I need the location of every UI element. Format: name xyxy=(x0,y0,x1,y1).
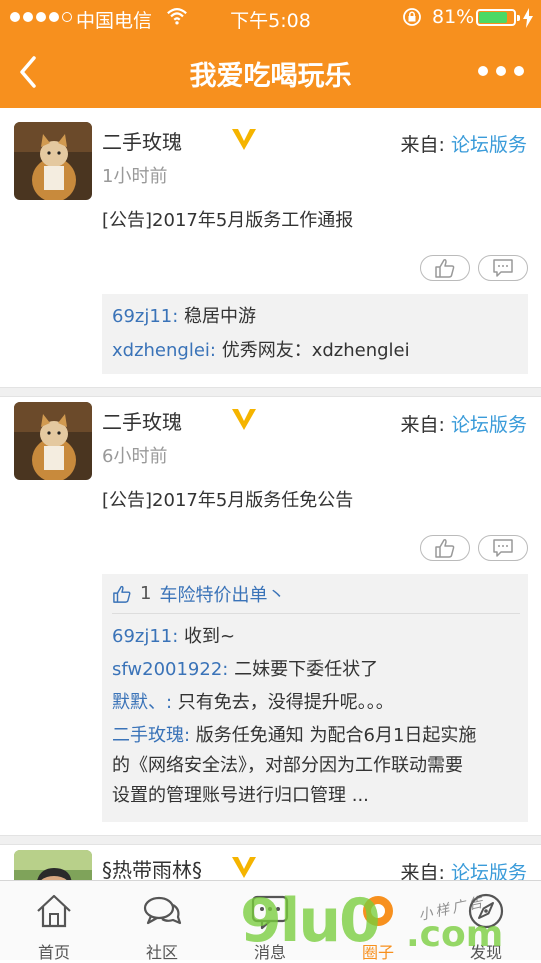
comment-user[interactable]: 69zj11: xyxy=(112,306,178,327)
tab-home[interactable]: 首页 xyxy=(0,881,108,962)
top-bar: 中国电信 下午5:08 81% 我爱吃喝玩乐 xyxy=(0,0,541,108)
feed-list[interactable]: 二手玫瑰 1小时前 来自: 论坛版务 [公告]2017年5月版务工作通报 69z… xyxy=(0,108,541,880)
charging-icon xyxy=(523,8,533,28)
comment-icon xyxy=(493,259,513,277)
tab-discover[interactable]: 发现 xyxy=(432,881,540,962)
circle-icon xyxy=(363,896,393,926)
comment-text: 稳居中游 xyxy=(178,306,257,327)
post-source: 来自: 论坛版务 xyxy=(401,858,527,880)
like-user[interactable]: 车险特价出单丶 xyxy=(159,581,285,607)
battery-percent: 81% xyxy=(432,6,475,28)
source-prefix: 来自: xyxy=(400,134,445,156)
comment-item[interactable]: 69zj11: 稳居中游 xyxy=(112,302,520,332)
tab-label: 首页 xyxy=(37,943,70,962)
vip-badge-icon xyxy=(232,129,256,150)
comment-item[interactable]: 二手玫瑰: 版务任免通知 为配合6月1日起实施 的《网络安全法》，对部分因为工作… xyxy=(112,721,520,811)
source-link[interactable]: 论坛版务 xyxy=(451,862,527,880)
tab-label: 圈子 xyxy=(361,943,394,962)
more-button[interactable] xyxy=(478,66,524,76)
tab-label: 消息 xyxy=(253,943,286,962)
comment-user[interactable]: 二手玫瑰: xyxy=(112,725,190,746)
source-prefix: 来自: xyxy=(400,414,445,436)
comment-text: 优秀网友：xdzhenglei xyxy=(215,340,410,361)
source-link[interactable]: 论坛版务 xyxy=(451,134,527,156)
tab-label: 发现 xyxy=(469,943,502,962)
tab-circle[interactable]: 圈子 xyxy=(324,881,432,962)
thumbs-up-icon xyxy=(435,259,455,278)
comment-item[interactable]: 69zj11: 收到~ xyxy=(112,622,520,652)
source-prefix: 来自: xyxy=(400,862,445,880)
battery-level xyxy=(479,12,507,23)
comment-text: 版务任免通知 为配合6月1日起实施 xyxy=(190,725,477,746)
source-link[interactable]: 论坛版务 xyxy=(451,414,527,436)
post-item[interactable]: §热带雨林§ 来自: 论坛版务 xyxy=(0,836,541,880)
tab-bar: 首页 社区 消息 圈子 发现 xyxy=(0,880,541,962)
post-item[interactable]: 二手玫瑰 6小时前 来自: 论坛版务 [公告]2017年5月版务任免公告 1 车… xyxy=(0,388,541,836)
post-title[interactable]: [公告]2017年5月版务任免公告 xyxy=(102,486,353,512)
post-source: 来自: 论坛版务 xyxy=(401,130,527,157)
avatar[interactable] xyxy=(14,402,92,480)
comment-item[interactable]: sfw2001922: 二妹要下委任状了 xyxy=(112,655,520,685)
tab-community[interactable]: 社区 xyxy=(108,881,216,962)
avatar[interactable] xyxy=(14,122,92,200)
home-icon xyxy=(37,894,71,928)
author-name[interactable]: §热带雨林§ xyxy=(102,854,202,880)
tab-messages[interactable]: 消息 xyxy=(216,881,324,962)
comment-text: 收到~ xyxy=(178,626,236,647)
like-count: 1 xyxy=(140,583,152,604)
comment-text: 二妹要下委任状了 xyxy=(228,659,379,680)
avatar[interactable] xyxy=(14,850,92,880)
comment-user[interactable]: xdzhenglei: xyxy=(112,340,216,361)
community-icon xyxy=(143,896,182,925)
comment-button[interactable] xyxy=(478,535,528,561)
battery-icon xyxy=(476,9,520,26)
post-source: 来自: 论坛版务 xyxy=(401,410,527,437)
discover-icon xyxy=(468,893,504,929)
message-icon xyxy=(251,895,289,930)
comment-user[interactable]: 69zj11: xyxy=(112,626,178,647)
comment-user[interactable]: sfw2001922: xyxy=(112,659,228,680)
comment-item[interactable]: xdzhenglei: 优秀网友：xdzhenglei xyxy=(112,336,520,366)
vip-badge-icon xyxy=(232,857,256,878)
post-title[interactable]: [公告]2017年5月版务工作通报 xyxy=(102,206,353,232)
rotation-lock-icon xyxy=(403,8,421,26)
post-item[interactable]: 二手玫瑰 1小时前 来自: 论坛版务 [公告]2017年5月版务工作通报 69z… xyxy=(0,108,541,388)
like-button[interactable] xyxy=(420,255,470,281)
author-name[interactable]: 二手玫瑰 xyxy=(102,406,182,435)
status-bar: 中国电信 下午5:08 81% xyxy=(0,0,541,36)
author-name[interactable]: 二手玫瑰 xyxy=(102,126,182,155)
comment-box: 69zj11: 稳居中游 xdzhenglei: 优秀网友：xdzhenglei xyxy=(102,294,528,374)
comment-text-line3: 设置的管理账号进行归口管理 ... xyxy=(112,785,369,806)
post-time: 6小时前 xyxy=(102,446,168,467)
nav-bar: 我爱吃喝玩乐 xyxy=(0,36,541,108)
page-title: 我爱吃喝玩乐 xyxy=(189,61,352,92)
comment-user[interactable]: 默默、: xyxy=(112,692,172,713)
comment-icon xyxy=(493,539,513,557)
vip-badge-icon xyxy=(232,409,256,430)
comment-text-line2: 的《网络安全法》，对部分因为工作联动需要 xyxy=(112,755,463,776)
comment-button[interactable] xyxy=(478,255,528,281)
comment-item[interactable]: 默默、: 只有免去，没得提升呢。。。 xyxy=(112,688,520,718)
like-button[interactable] xyxy=(420,535,470,561)
thumbs-up-icon xyxy=(113,585,131,603)
comment-box: 1 车险特价出单丶 69zj11: 收到~ sfw2001922: 二妹要下委任… xyxy=(102,574,528,822)
post-time: 1小时前 xyxy=(102,166,168,187)
thumbs-up-icon xyxy=(435,539,455,558)
comment-text: 只有免去，没得提升呢。。。 xyxy=(172,692,394,713)
like-summary[interactable]: 1 车险特价出单丶 xyxy=(112,574,520,614)
tab-label: 社区 xyxy=(145,943,178,962)
